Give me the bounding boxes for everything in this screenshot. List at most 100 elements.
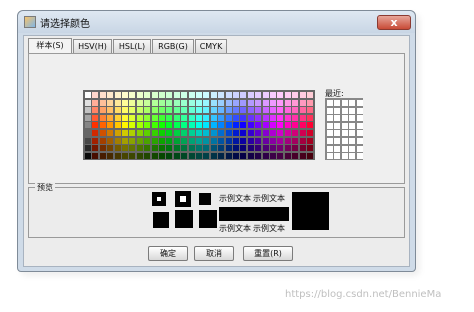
swatch-cell[interactable] <box>255 115 261 121</box>
reset-button[interactable]: 重置(R) <box>243 246 293 261</box>
swatch-cell[interactable] <box>292 130 298 136</box>
tab-swatches[interactable]: 样本(S) <box>28 38 72 54</box>
recent-color-cell[interactable] <box>327 107 333 114</box>
swatch-cell[interactable] <box>233 145 239 151</box>
swatch-cell[interactable] <box>122 153 128 159</box>
swatch-cell[interactable] <box>277 92 283 98</box>
swatch-cell[interactable] <box>285 122 291 128</box>
swatch-cell[interactable] <box>100 153 106 159</box>
swatch-cell[interactable] <box>196 122 202 128</box>
swatch-cell[interactable] <box>122 138 128 144</box>
swatch-cell[interactable] <box>277 153 283 159</box>
swatch-color-grid[interactable] <box>83 90 315 160</box>
swatch-cell[interactable] <box>100 107 106 113</box>
swatch-cell[interactable] <box>240 138 246 144</box>
swatch-cell[interactable] <box>255 92 261 98</box>
swatch-cell[interactable] <box>307 115 313 121</box>
swatch-cell[interactable] <box>152 107 158 113</box>
swatch-cell[interactable] <box>300 100 306 106</box>
swatch-cell[interactable] <box>277 145 283 151</box>
swatch-cell[interactable] <box>92 92 98 98</box>
swatch-cell[interactable] <box>85 92 91 98</box>
swatch-cell[interactable] <box>203 92 209 98</box>
swatch-cell[interactable] <box>115 100 121 106</box>
recent-color-cell[interactable] <box>327 145 333 152</box>
swatch-cell[interactable] <box>100 122 106 128</box>
swatch-cell[interactable] <box>263 107 269 113</box>
swatch-cell[interactable] <box>174 115 180 121</box>
swatch-cell[interactable] <box>181 138 187 144</box>
swatch-cell[interactable] <box>248 145 254 151</box>
swatch-cell[interactable] <box>300 107 306 113</box>
swatch-cell[interactable] <box>203 122 209 128</box>
recent-color-cell[interactable] <box>327 138 333 144</box>
swatch-cell[interactable] <box>92 153 98 159</box>
swatch-cell[interactable] <box>144 92 150 98</box>
swatch-cell[interactable] <box>159 153 165 159</box>
swatch-cell[interactable] <box>129 122 135 128</box>
swatch-cell[interactable] <box>307 130 313 136</box>
swatch-cell[interactable] <box>137 122 143 128</box>
recent-color-cell[interactable] <box>349 138 356 144</box>
recent-color-cell[interactable] <box>356 145 363 152</box>
recent-color-cell[interactable] <box>341 115 348 122</box>
swatch-cell[interactable] <box>255 100 261 106</box>
swatch-cell[interactable] <box>211 115 217 121</box>
swatch-cell[interactable] <box>152 153 158 159</box>
swatch-cell[interactable] <box>292 92 298 98</box>
swatch-cell[interactable] <box>248 130 254 136</box>
swatch-cell[interactable] <box>115 92 121 98</box>
swatch-cell[interactable] <box>100 130 106 136</box>
swatch-cell[interactable] <box>211 138 217 144</box>
swatch-cell[interactable] <box>292 100 298 106</box>
swatch-cell[interactable] <box>255 153 261 159</box>
swatch-cell[interactable] <box>218 92 224 98</box>
swatch-cell[interactable] <box>166 122 172 128</box>
swatch-cell[interactable] <box>129 145 135 151</box>
swatch-cell[interactable] <box>240 153 246 159</box>
swatch-cell[interactable] <box>226 138 232 144</box>
swatch-cell[interactable] <box>129 130 135 136</box>
swatch-cell[interactable] <box>189 92 195 98</box>
swatch-cell[interactable] <box>307 153 313 159</box>
swatch-cell[interactable] <box>174 107 180 113</box>
swatch-cell[interactable] <box>107 138 113 144</box>
swatch-cell[interactable] <box>196 138 202 144</box>
swatch-cell[interactable] <box>196 153 202 159</box>
recent-color-cell[interactable] <box>341 153 348 160</box>
swatch-cell[interactable] <box>270 100 276 106</box>
swatch-cell[interactable] <box>292 115 298 121</box>
swatch-cell[interactable] <box>285 107 291 113</box>
swatch-cell[interactable] <box>115 115 121 121</box>
swatch-cell[interactable] <box>159 107 165 113</box>
swatch-cell[interactable] <box>270 122 276 128</box>
swatch-cell[interactable] <box>196 115 202 121</box>
swatch-cell[interactable] <box>174 153 180 159</box>
swatch-cell[interactable] <box>211 122 217 128</box>
swatch-cell[interactable] <box>300 138 306 144</box>
recent-color-cell[interactable] <box>327 122 333 129</box>
swatch-cell[interactable] <box>277 138 283 144</box>
recent-color-cell[interactable] <box>356 153 363 160</box>
swatch-cell[interactable] <box>196 145 202 151</box>
swatch-cell[interactable] <box>255 122 261 128</box>
swatch-cell[interactable] <box>152 92 158 98</box>
swatch-cell[interactable] <box>166 107 172 113</box>
swatch-cell[interactable] <box>240 145 246 151</box>
swatch-cell[interactable] <box>307 145 313 151</box>
ok-button[interactable]: 确定 <box>148 246 188 261</box>
swatch-cell[interactable] <box>218 122 224 128</box>
swatch-cell[interactable] <box>189 122 195 128</box>
swatch-cell[interactable] <box>100 138 106 144</box>
swatch-cell[interactable] <box>152 100 158 106</box>
swatch-cell[interactable] <box>115 122 121 128</box>
swatch-cell[interactable] <box>166 115 172 121</box>
swatch-cell[interactable] <box>144 153 150 159</box>
swatch-cell[interactable] <box>85 130 91 136</box>
swatch-cell[interactable] <box>255 138 261 144</box>
swatch-cell[interactable] <box>92 100 98 106</box>
swatch-cell[interactable] <box>240 130 246 136</box>
recent-color-cell[interactable] <box>334 122 341 129</box>
recent-color-cell[interactable] <box>356 130 363 137</box>
swatch-cell[interactable] <box>226 130 232 136</box>
